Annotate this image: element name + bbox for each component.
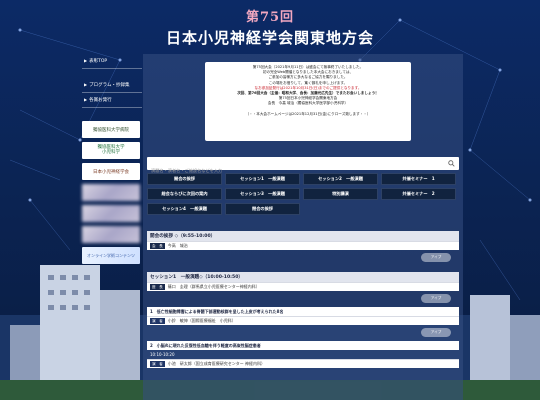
search-icon[interactable] <box>448 160 455 167</box>
edition-label: 第75回 <box>245 10 295 25</box>
main-panel: 第75回大会（2021年9月11日）は盛会にて無事終了いたしました。 初の完全W… <box>143 54 463 400</box>
live-button[interactable]: アイブ <box>421 328 451 337</box>
nav-session-3[interactable]: セッション3 一般演題 <box>225 188 300 200</box>
nav-seminar-1[interactable]: 共催セミナー 1 <box>381 173 456 185</box>
live-button[interactable]: アイブ <box>421 294 451 303</box>
sidebar-link-certificate[interactable]: ▶ 各賞お発行 <box>82 93 142 108</box>
arrow-right-icon: ▶ <box>84 97 88 102</box>
nav-special-lecture[interactable]: 特別講演 <box>303 188 378 200</box>
banner-sponsor-1[interactable] <box>82 184 140 201</box>
arrow-right-icon: ▶ <box>84 58 88 63</box>
session-title: セッション1 一般演題◇（10:00-10:50） <box>147 272 459 282</box>
session-1: セッション1 一般演題◇（10:00-10:50） 座 長 篠口 圭理（群馬県立… <box>147 272 459 368</box>
banner-dokkyo-pediatrics[interactable]: 獨協医科大学 小児科学 <box>82 142 140 159</box>
nav-general-meeting[interactable]: 総会ならびに次回の案内 <box>147 188 222 200</box>
nav-opening[interactable]: 開会の挨拶 <box>147 173 222 185</box>
person-name: 篠口 圭理（群馬県立小児医療センター神経内科） <box>167 284 260 289</box>
banner-online-content[interactable]: オンライン学術コンテンツ <box>82 247 140 264</box>
banner-sponsor-3[interactable] <box>82 226 140 243</box>
person-name: 小池 研太郎（国立成育医療研究センター 神経内科） <box>167 361 266 366</box>
arrow-right-icon: ▶ <box>84 82 88 87</box>
session-person-row: 会 長 今高 城治 <box>147 241 459 250</box>
session-chair-row: 座 長 篠口 圭理（群馬県立小児医療センター神経内科） <box>147 282 459 291</box>
live-button[interactable]: アイブ <box>421 253 451 262</box>
talk-title[interactable]: 1 低亡性細胞障害による脊髄下部運動核群を呈した上皮が考えられた8名 <box>147 307 459 316</box>
sidebar-link-program[interactable]: ▶ プログラム・抄録集 <box>82 78 142 93</box>
session-opening: 開会の挨拶 ◇（9:55-10:00） 会 長 今高 城治 アイブ <box>147 231 459 266</box>
talk-presenter-row: 演 者 小鈴 敏伸（国際医療福祉 小児科） <box>147 316 459 325</box>
banner-sponsor-2[interactable] <box>82 205 140 222</box>
banner-dokkyo-hospital[interactable]: 獨協医科大学病院 <box>82 121 140 138</box>
talk-title[interactable]: 2 小脳炎に現れた反復性低血糖を伴う軽度の高炭性脳症患者 <box>147 341 459 350</box>
person-name: 今高 城治 <box>167 243 188 248</box>
nav-closing[interactable]: 閉会の挨拶 <box>225 203 300 215</box>
nav-seminar-2[interactable]: 共催セミナー 2 <box>381 188 456 200</box>
conference-title: 日本小児神経学会関東地方会 <box>165 29 374 47</box>
sidebar-link-label: プログラム・抄録集 <box>89 83 130 88</box>
session-list: 開会の挨拶 ◇（9:55-10:00） 会 長 今高 城治 アイブ セッション1… <box>147 231 459 368</box>
nav-session-1[interactable]: セッション1 一般演題 <box>225 173 300 185</box>
site-header: 第75回 日本小児神経学会関東地方会 <box>0 6 540 48</box>
role-tag: 座 長 <box>150 284 165 290</box>
banner-child-neurology-society[interactable]: 日本小児神経学会 <box>82 163 140 180</box>
sidebar-link-label: 各賞お発行 <box>89 98 112 103</box>
notice-line: （・・本大会ホームページは2021年12月31日(金)にクローズ致します・・） <box>245 111 371 116</box>
notice-box: 第75回大会（2021年9月11日）は盛会にて無事終了いたしました。 初の完全W… <box>205 62 411 141</box>
role-tag: 会 長 <box>150 243 165 249</box>
sidebar-link-top[interactable]: ▶ 表彰TOP <box>82 54 142 69</box>
nav-session-4[interactable]: セッション4 一般演題 <box>147 203 222 215</box>
session-title: 開会の挨拶 ◇（9:55-10:00） <box>147 231 459 241</box>
nav-session-2[interactable]: セッション2 一般演題 <box>303 173 378 185</box>
session-nav: 開会の挨拶 セッション1 一般演題 セッション2 一般演題 共催セミナー 1 総… <box>147 173 459 218</box>
talk-presenter-row: 演 者 小池 研太郎（国立成育医療研究センター 神経内科） <box>147 359 459 368</box>
search-bar <box>147 157 459 177</box>
sidebar: ▶ 表彰TOP ▶ プログラム・抄録集 ▶ 各賞お発行 獨協医科大学病院 獨協医科大学… <box>82 54 142 264</box>
sidebar-link-label: 表彰TOP <box>89 59 108 64</box>
person-name: 小鈴 敏伸（国際医療福祉 小児科） <box>167 318 236 323</box>
role-tag: 演 者 <box>150 318 165 324</box>
role-tag: 演 者 <box>150 361 165 367</box>
talk-time: 10:10-10:20 <box>150 352 175 357</box>
